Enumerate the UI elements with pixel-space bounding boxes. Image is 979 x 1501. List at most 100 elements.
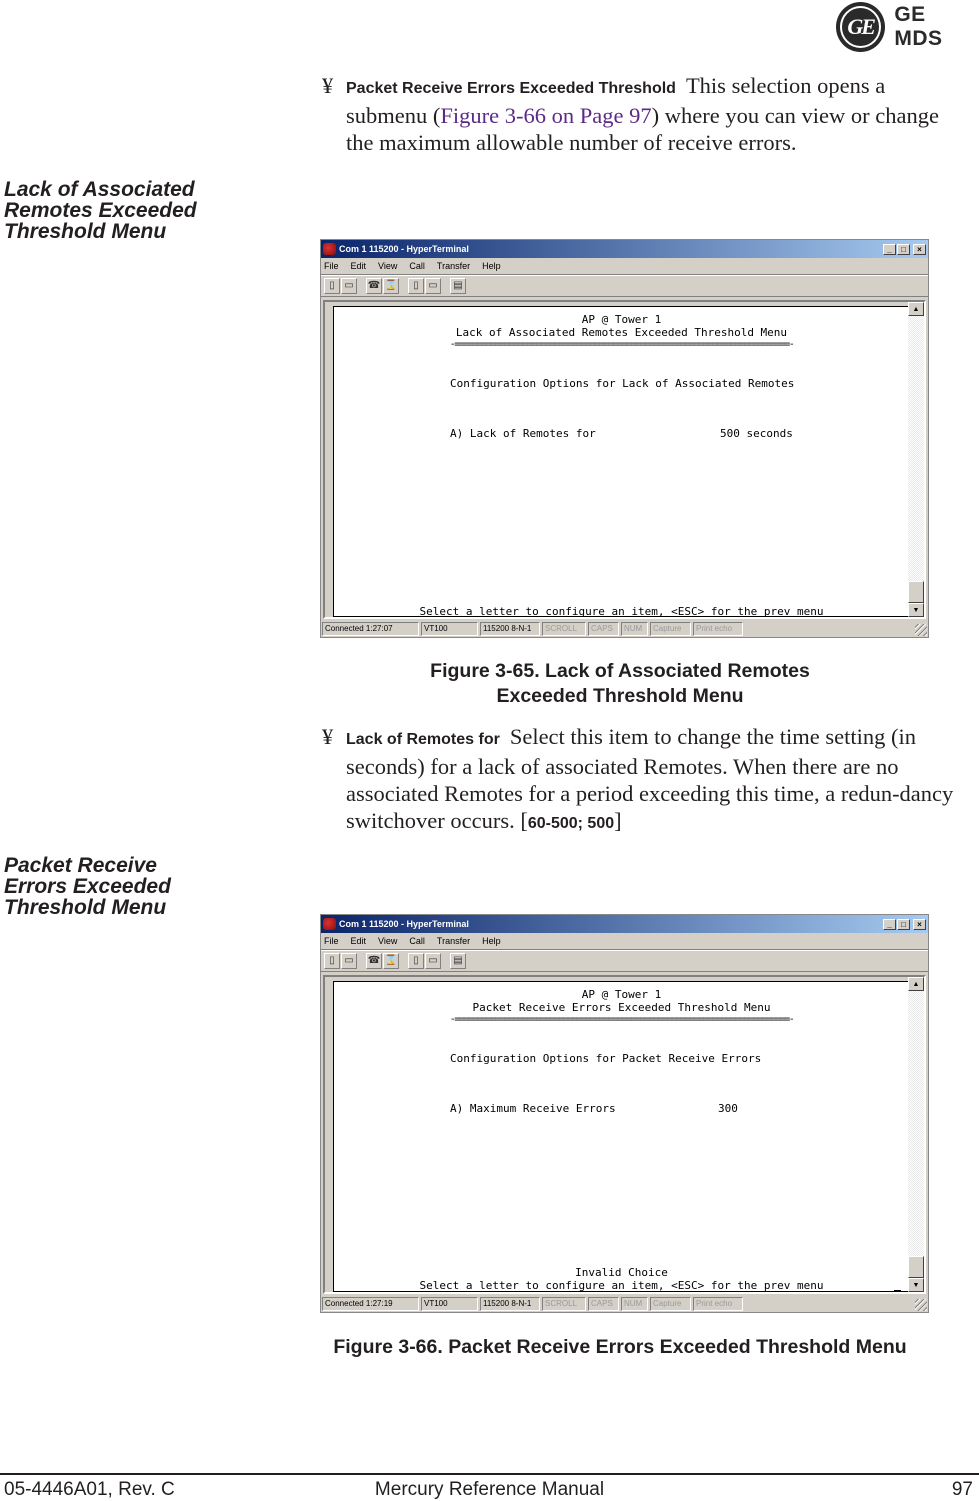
figure-3-66-caption: Figure 3-66. Packet Receive Errors Excee… xyxy=(333,1336,907,1358)
bullet-packet-receive-errors: ¥ Packet Receive Errors Exceeded Thresho… xyxy=(322,72,972,156)
ge-monogram-icon: GE xyxy=(836,2,886,52)
menu-edit[interactable]: Edit xyxy=(351,261,367,271)
send-icon[interactable]: ▯ xyxy=(408,953,424,969)
menu-call[interactable]: Call xyxy=(409,261,425,271)
menu-help[interactable]: Help xyxy=(482,261,501,271)
status-port-settings: 115200 8-N-1 xyxy=(480,1296,540,1311)
brand-name: GE MDS xyxy=(894,3,943,50)
new-icon[interactable]: ▯ xyxy=(324,953,340,969)
footer-divider xyxy=(0,1473,979,1475)
bullet-text: Packet Receive Errors Exceeded Threshold… xyxy=(346,73,939,155)
hyperterminal-window-fig66: Com 1 115200 - HyperTerminal _ □ × File … xyxy=(320,914,929,1313)
terminal-separator: -=======================================… xyxy=(449,1014,795,1025)
resize-grip-icon[interactable] xyxy=(915,1299,927,1311)
terminal-prompt: Select a letter to configure an item, <E… xyxy=(419,605,824,618)
terminal-screen[interactable]: AP @ Tower 1 Packet Receive Errors Excee… xyxy=(333,981,910,1292)
hyperterminal-app-icon xyxy=(323,243,336,255)
terminal-section-title: Configuration Options for Packet Receive… xyxy=(450,1052,762,1065)
properties-icon[interactable]: ▤ xyxy=(450,278,466,294)
minimize-button[interactable]: _ xyxy=(883,918,896,930)
value-range: 60-500; 500 xyxy=(527,815,615,832)
hyperterminal-window-fig65: Com 1 115200 - HyperTerminal _ □ × File … xyxy=(320,239,929,638)
terminal-separator: -=======================================… xyxy=(449,339,795,350)
status-port-settings: 115200 8-N-1 xyxy=(480,621,540,636)
status-bar: Connected 1:27:07 VT100 115200 8-N-1 SCR… xyxy=(321,620,928,637)
terminal-prompt: Select a letter to configure an item, <E… xyxy=(419,1279,824,1292)
window-title: Com 1 115200 - HyperTerminal xyxy=(339,919,469,929)
minimize-button[interactable]: _ xyxy=(883,243,896,255)
menu-help[interactable]: Help xyxy=(482,936,501,946)
figure-3-66-link[interactable]: Figure 3-66 on Page 97 xyxy=(440,103,651,128)
status-emulation: VT100 xyxy=(421,621,478,636)
receive-icon[interactable]: ▭ xyxy=(425,953,441,969)
scroll-thumb[interactable] xyxy=(908,1256,924,1278)
menu-file[interactable]: File xyxy=(324,936,339,946)
figure-3-65-caption: Figure 3-65. Lack of Associated Remotes … xyxy=(430,660,810,707)
status-caps: CAPS xyxy=(588,621,619,636)
connect-icon[interactable]: ☎ xyxy=(366,278,382,294)
new-icon[interactable]: ▯ xyxy=(324,278,340,294)
menu-bar: File Edit View Call Transfer Help xyxy=(321,258,928,275)
maximize-button[interactable]: □ xyxy=(897,918,910,930)
window-title: Com 1 115200 - HyperTerminal xyxy=(339,244,469,254)
status-bar: Connected 1:27:19 VT100 115200 8-N-1 SCR… xyxy=(321,1295,928,1312)
terminal-area: AP @ Tower 1 Packet Receive Errors Excee… xyxy=(323,975,926,1294)
menu-view[interactable]: View xyxy=(378,261,397,271)
hyperterminal-app-icon xyxy=(323,918,336,930)
connect-icon[interactable]: ☎ xyxy=(366,953,382,969)
scroll-down-icon[interactable]: ▼ xyxy=(908,1278,924,1292)
status-print-echo: Print echo xyxy=(693,621,743,636)
status-connected: Connected 1:27:07 xyxy=(322,621,419,636)
menu-edit[interactable]: Edit xyxy=(351,936,367,946)
vertical-scrollbar[interactable]: ▲ ▼ xyxy=(908,302,924,617)
menu-transfer[interactable]: Transfer xyxy=(437,261,470,271)
footer-manual-title: Mercury Reference Manual xyxy=(374,1479,605,1500)
disconnect-icon[interactable]: ⌛ xyxy=(383,953,399,969)
scroll-up-icon[interactable]: ▲ xyxy=(908,977,924,991)
menu-bar: File Edit View Call Transfer Help xyxy=(321,933,928,950)
bullet-lead: Packet Receive Errors Exceeded Threshold xyxy=(346,80,676,97)
option-a-label: A) Lack of Remotes for xyxy=(450,427,596,440)
terminal-header: AP @ Tower 1 xyxy=(581,988,662,1001)
bullet-symbol: ¥ xyxy=(322,73,334,98)
menu-file[interactable]: File xyxy=(324,261,339,271)
menu-transfer[interactable]: Transfer xyxy=(437,936,470,946)
send-icon[interactable]: ▯ xyxy=(408,278,424,294)
status-emulation: VT100 xyxy=(421,1296,478,1311)
toolbar: ▯ ▭ ☎ ⌛ ▯ ▭ ▤ xyxy=(321,950,928,972)
open-icon[interactable]: ▭ xyxy=(341,953,357,969)
bullet-lack-of-remotes: ¥ Lack of Remotes for Select this item to… xyxy=(322,723,972,837)
bullet-symbol: ¥ xyxy=(322,724,334,749)
menu-view[interactable]: View xyxy=(378,936,397,946)
properties-icon[interactable]: ▤ xyxy=(450,953,466,969)
terminal-screen[interactable]: AP @ Tower 1 Lack of Associated Remotes … xyxy=(333,306,910,618)
maximize-button[interactable]: □ xyxy=(897,243,910,255)
title-bar[interactable]: Com 1 115200 - HyperTerminal _ □ × xyxy=(321,915,928,933)
scroll-up-icon[interactable]: ▲ xyxy=(908,302,924,316)
close-button[interactable]: × xyxy=(913,243,926,255)
vertical-scrollbar[interactable]: ▲ ▼ xyxy=(908,977,924,1292)
title-bar[interactable]: Com 1 115200 - HyperTerminal _ □ × xyxy=(321,240,928,258)
close-button[interactable]: × xyxy=(913,918,926,930)
bullet-text: Lack of Remotes for Select this item to c… xyxy=(346,724,954,833)
status-scroll: SCROLL xyxy=(542,1296,586,1311)
resize-grip-icon[interactable] xyxy=(915,624,927,636)
status-caps: CAPS xyxy=(588,1296,619,1311)
scroll-thumb[interactable] xyxy=(908,581,924,603)
status-connected: Connected 1:27:19 xyxy=(322,1296,419,1311)
status-print-echo: Print echo xyxy=(693,1296,743,1311)
footer-page-number: 97 xyxy=(951,1479,973,1500)
terminal-message: Invalid Choice xyxy=(575,1266,668,1279)
terminal-area: AP @ Tower 1 Lack of Associated Remotes … xyxy=(323,300,926,619)
option-a-value: 300 xyxy=(718,1102,738,1115)
status-num: NUM xyxy=(621,1296,648,1311)
menu-call[interactable]: Call xyxy=(409,936,425,946)
receive-icon[interactable]: ▭ xyxy=(425,278,441,294)
status-capture: Capture xyxy=(650,621,691,636)
status-num: NUM xyxy=(621,621,648,636)
disconnect-icon[interactable]: ⌛ xyxy=(383,278,399,294)
scroll-down-icon[interactable]: ▼ xyxy=(908,603,924,617)
open-icon[interactable]: ▭ xyxy=(341,278,357,294)
text-cursor xyxy=(894,1290,901,1291)
bullet-lead: Lack of Remotes for xyxy=(346,731,500,748)
